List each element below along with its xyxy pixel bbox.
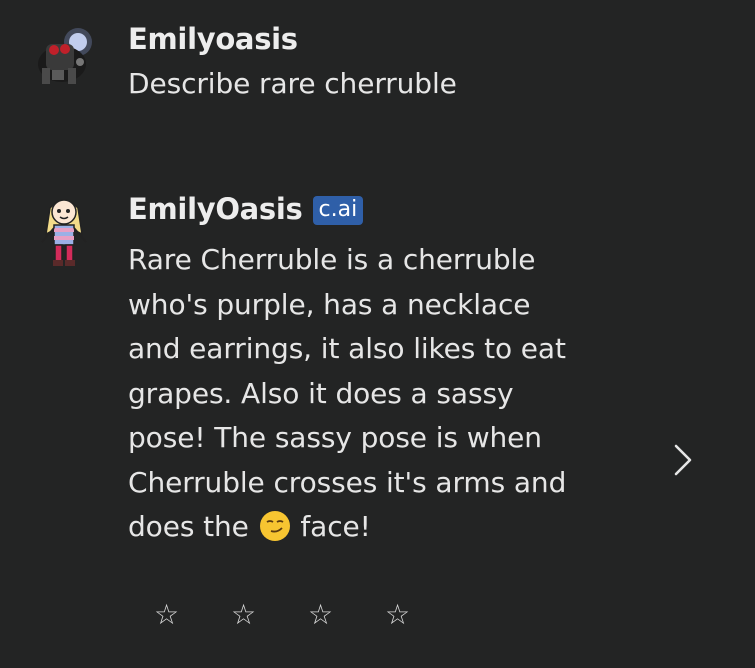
smirking-face-icon [259,511,290,541]
bot-message-line: pose! The sassy pose is when [128,421,542,454]
star-icon-1[interactable]: ☆ [154,598,179,631]
star-icon-2[interactable]: ☆ [231,598,256,631]
bot-message-line: and earrings, it also likes to eat [128,332,566,365]
bot-message-line: Rare Cherruble is a cherruble [128,243,536,276]
bot-message-text: Rare Cherruble is a cherruble who's purp… [128,238,588,550]
bot-author-name: EmilyOasis c.ai [128,192,364,226]
character-avatar-icon [41,199,87,266]
user-author-name: Emilyoasis [128,22,298,56]
bot-message-text-after-emoji: face! [300,510,371,543]
bot-author-label: EmilyOasis [128,192,303,226]
next-response-button[interactable] [668,440,698,480]
robot-avatar-icon [38,28,92,84]
star-icon-3[interactable]: ☆ [308,598,333,631]
bot-message-text-before-emoji: does the [128,510,249,543]
user-avatar[interactable] [30,22,100,102]
cai-badge: c.ai [312,196,364,225]
star-icon-4[interactable]: ☆ [385,598,410,631]
chevron-right-icon [674,444,692,476]
user-message-text: Describe rare cherruble [128,67,457,100]
bot-avatar[interactable] [30,190,100,270]
bot-message-line: Cherruble crosses it's arms and [128,465,567,499]
bot-message-line-last: does the face! [128,505,588,550]
bot-message-line: who's purple, has a necklace [128,287,531,321]
bot-message-line: grapes. Also it does a sassy [128,376,514,410]
